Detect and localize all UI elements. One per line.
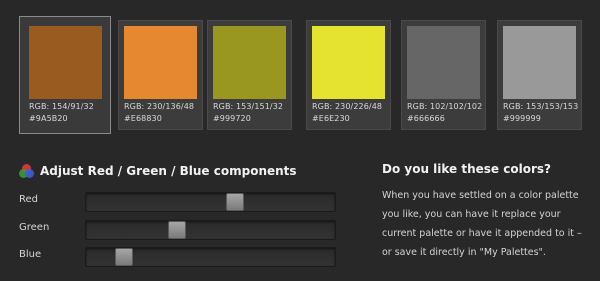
info-title: Do you like these colors?	[382, 162, 551, 176]
rgb-circles-icon	[19, 163, 34, 179]
swatch-color-chip	[407, 26, 480, 99]
swatch-hex-label: #666666	[407, 114, 445, 123]
swatch-hex-label: #999720	[213, 114, 251, 123]
info-text: When you have settled on a color palette…	[382, 190, 582, 258]
red-slider-thumb[interactable]	[226, 193, 244, 211]
swatch-rgb-label: RGB: 153/151/32	[213, 102, 284, 111]
palette-swatch[interactable]: RGB: 102/102/102 #666666	[401, 20, 486, 130]
swatch-hex-label: #999999	[503, 114, 541, 123]
green-slider-label: Green	[19, 222, 50, 233]
palette-swatches: RGB: 154/91/32 #9A5B20 RGB: 230/136/48 #…	[19, 16, 599, 134]
swatch-rgb-label: RGB: 154/91/32	[29, 102, 94, 111]
palette-swatch[interactable]: RGB: 153/151/32 #999720	[207, 20, 292, 130]
swatch-rgb-label: RGB: 230/226/48	[312, 102, 383, 111]
blue-slider[interactable]	[85, 247, 336, 267]
swatch-hex-label: #E68830	[124, 114, 162, 123]
red-slider[interactable]	[85, 192, 336, 212]
swatch-color-chip	[29, 26, 102, 99]
blue-slider-label: Blue	[19, 249, 42, 260]
green-slider-thumb[interactable]	[168, 221, 186, 239]
info-panel: Do you like these colors? When you have …	[382, 162, 592, 262]
blue-slider-thumb[interactable]	[115, 248, 133, 266]
swatch-rgb-label: RGB: 153/153/153	[503, 102, 579, 111]
swatch-rgb-label: RGB: 230/136/48	[124, 102, 195, 111]
swatch-rgb-label: RGB: 102/102/102	[407, 102, 483, 111]
swatch-color-chip	[213, 26, 286, 99]
swatch-hex-label: #E6E230	[312, 114, 350, 123]
red-slider-label: Red	[19, 194, 38, 205]
green-slider[interactable]	[85, 220, 336, 240]
swatch-hex-label: #9A5B20	[29, 114, 68, 123]
palette-swatch[interactable]: RGB: 154/91/32 #9A5B20	[19, 16, 111, 134]
palette-swatch[interactable]: RGB: 230/226/48 #E6E230	[306, 20, 391, 130]
swatch-color-chip	[503, 26, 576, 99]
adjust-rgb-heading: Adjust Red / Green / Blue components	[19, 162, 297, 180]
palette-swatch[interactable]: RGB: 230/136/48 #E68830	[118, 20, 203, 130]
swatch-color-chip	[312, 26, 385, 99]
adjust-rgb-title: Adjust Red / Green / Blue components	[40, 164, 297, 178]
palette-swatch[interactable]: RGB: 153/153/153 #999999	[497, 20, 582, 130]
swatch-color-chip	[124, 26, 197, 99]
